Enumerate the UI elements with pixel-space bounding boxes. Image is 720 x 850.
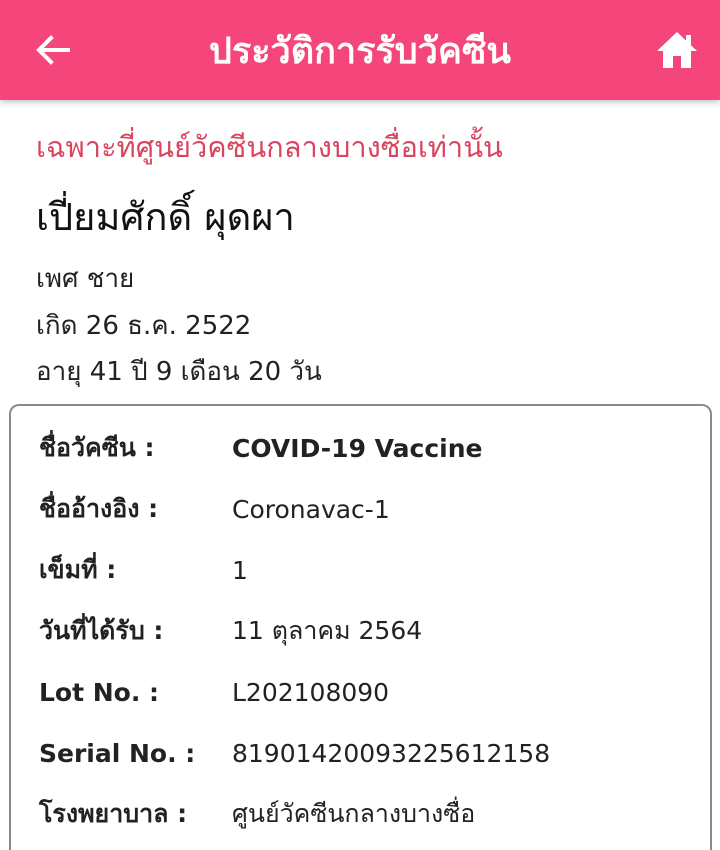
- vaccine-name-row: ชื่อวัคซีน : COVID-19 Vaccine: [39, 426, 694, 470]
- hospital-row: โรงพยาบาล : ศูนย์วัคซีนกลางบางซื่อ: [39, 792, 694, 836]
- person-name: เปี่ยมศักดิ์ ผุดผา: [36, 195, 295, 239]
- reference-name-row: ชื่ออ้างอิง : Coronavac-1: [39, 487, 694, 531]
- vaccine-name-value: COVID-19 Vaccine: [232, 433, 483, 463]
- arrow-left-icon: [36, 35, 70, 65]
- lot-number-row: Lot No. : L202108090: [39, 670, 694, 714]
- hospital-label: โรงพยาบาล :: [39, 799, 188, 828]
- serial-number-label: Serial No. :: [39, 738, 196, 768]
- serial-number-row: Serial No. : 8190142009322561215​8: [39, 731, 694, 775]
- reference-name-value: Coronavac-1: [232, 494, 390, 524]
- date-received-value: 11 ตุลาคม 2564: [232, 616, 423, 645]
- lot-number-label: Lot No. :: [39, 677, 160, 707]
- vaccine-name-label: ชื่อวัคซีน :: [39, 433, 155, 462]
- date-received-label: วันที่ได้รับ :: [39, 616, 164, 645]
- back-button[interactable]: [26, 25, 80, 75]
- serial-number-value: 8190142009322561215​8: [232, 738, 551, 768]
- lot-number-value: L202108090: [232, 677, 390, 707]
- person-birthdate: เกิด 26 ธ.ค. 2522: [36, 311, 252, 341]
- dose-number-value: 1: [232, 555, 248, 585]
- page-title: ประวัติการรับวัคซีน: [209, 30, 511, 72]
- dose-number-label: เข็มที่ :: [39, 555, 117, 584]
- home-icon: [657, 32, 697, 68]
- reference-name-label: ชื่ออ้างอิง :: [39, 494, 159, 523]
- hospital-value: ศูนย์วัคซีนกลางบางซื่อ: [232, 799, 476, 828]
- notice-text: เฉพาะที่ศูนย์วัคซีนกลางบางซื่อเท่านั้น: [36, 130, 503, 164]
- home-button[interactable]: [648, 22, 706, 78]
- person-gender: เพศ ชาย: [36, 264, 135, 294]
- dose-number-row: เข็มที่ : 1: [39, 548, 694, 592]
- date-received-row: วันที่ได้รับ : 11 ตุลาคม 2564: [39, 609, 694, 653]
- app-header: ประวัติการรับวัคซีน: [0, 0, 720, 100]
- vaccine-record-card: ชื่อวัคซีน : COVID-19 Vaccine ชื่ออ้างอิ…: [9, 404, 712, 850]
- person-age: อายุ 41 ปี 9 เดือน 20 วัน: [36, 357, 322, 387]
